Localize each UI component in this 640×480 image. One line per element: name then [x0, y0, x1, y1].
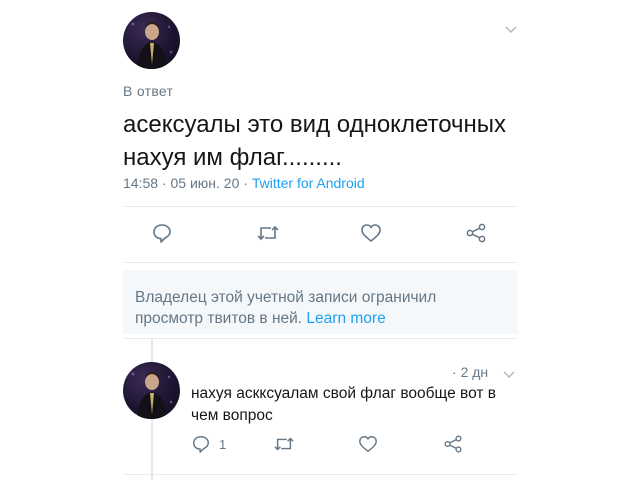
tweet-date: 05 июн. 20 — [170, 175, 240, 191]
reply-icon — [193, 436, 209, 453]
reply-button[interactable] — [148, 219, 176, 247]
tweet-menu-chevron[interactable] — [504, 22, 518, 40]
reply-age-text: 2 дн — [460, 364, 489, 380]
reply-like-button[interactable] — [358, 434, 378, 459]
retweet-icon — [274, 437, 294, 451]
meta-separator: · — [243, 175, 248, 191]
reply-avatar[interactable] — [123, 362, 180, 419]
main-tweet-line-1: асексуалы это вид одноклеточных — [123, 111, 507, 138]
retweet-button[interactable] — [254, 219, 282, 247]
reply-retweet-button[interactable] — [273, 434, 295, 459]
reply-icon — [153, 224, 171, 243]
learn-more-link[interactable]: Learn more — [306, 310, 385, 327]
age-separator: · — [452, 364, 457, 380]
chevron-down-icon — [505, 26, 517, 34]
main-avatar[interactable] — [123, 12, 180, 69]
share-button[interactable] — [462, 219, 490, 247]
divider — [123, 206, 518, 207]
reply-count: 1 — [219, 436, 227, 452]
reply-menu-chevron[interactable] — [502, 367, 516, 385]
main-tweet-line-2: нахуя им флаг......... — [123, 144, 342, 171]
divider — [123, 262, 518, 263]
divider — [123, 338, 518, 339]
reply-to-label[interactable]: В ответ — [123, 83, 173, 99]
reply-age: · 2 дн — [452, 364, 488, 380]
main-tweet-text: асексуалы это вид одноклеточных нахуя им… — [123, 108, 506, 174]
reply-share-button[interactable] — [443, 434, 463, 459]
like-button[interactable] — [357, 219, 385, 247]
share-icon — [444, 435, 462, 453]
like-icon — [361, 224, 381, 242]
chevron-down-icon — [503, 371, 515, 379]
reply-line-1: нахуя аскксуалам свой флаг вообще вот в — [191, 385, 496, 402]
tweet-time: 14:58 — [123, 175, 159, 191]
divider — [123, 474, 518, 475]
share-icon — [466, 223, 486, 243]
restricted-notice-text: Владелец этой учетной записи ограничил п… — [135, 287, 436, 329]
reply-reply-button[interactable]: 1 — [191, 434, 226, 454]
tweet-client-link[interactable]: Twitter for Android — [252, 175, 365, 191]
notice-line-1: Владелец этой учетной записи ограничил — [135, 289, 437, 306]
like-icon — [359, 436, 377, 452]
retweet-icon — [257, 225, 279, 241]
notice-line-2: просмотр твитов в ней. — [135, 310, 303, 327]
tweet-meta: 14:58 · 05 июн. 20 · Twitter for Android — [123, 175, 365, 191]
reply-tweet-text: нахуя аскксуалам свой флаг вообще вот в … — [191, 383, 496, 427]
reply-line-2: чем вопрос — [191, 407, 273, 424]
meta-separator: · — [161, 175, 167, 191]
